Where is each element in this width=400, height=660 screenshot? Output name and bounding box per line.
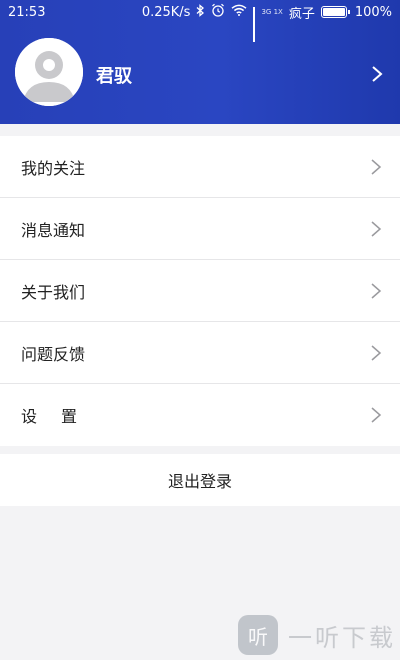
watermark: 听 一听下载 — [238, 610, 400, 660]
chevron-right-icon — [370, 281, 382, 301]
menu-item-about-us[interactable]: 关于我们 — [0, 260, 400, 322]
profile-row[interactable]: 君驭 — [0, 38, 400, 110]
menu-item-label: 关于我们 — [21, 282, 86, 302]
network-speed: 0.25K/s — [141, 4, 191, 20]
alarm-icon — [211, 3, 225, 21]
menu-item-settings[interactable]: 设置 — [0, 384, 400, 446]
chevron-right-icon[interactable] — [370, 64, 384, 84]
logout-label: 退出登录 — [167, 472, 232, 491]
signal-icon — [253, 6, 256, 42]
network-type-badge: 3G 1X — [261, 7, 283, 16]
chevron-right-icon — [370, 405, 382, 425]
profile-header: 21:53 0.25K/s 3G 1X 疯子 100% 君驭 — [0, 0, 400, 124]
watermark-logo-icon: 听 — [238, 615, 278, 655]
chevron-right-icon — [370, 343, 382, 363]
menu-item-label: 问题反馈 — [21, 344, 86, 364]
carrier-name: 疯子 — [288, 6, 315, 22]
status-bar: 21:53 0.25K/s 3G 1X 疯子 100% — [0, 0, 400, 42]
wifi-icon — [231, 4, 247, 20]
username: 君驭 — [96, 66, 132, 87]
menu-item-label: 消息通知 — [21, 220, 86, 240]
menu-item-notifications[interactable]: 消息通知 — [0, 198, 400, 260]
watermark-text: 一听下载 — [288, 623, 396, 652]
logout-button[interactable]: 退出登录 — [0, 454, 400, 506]
bluetooth-icon — [196, 3, 205, 21]
menu-item-feedback[interactable]: 问题反馈 — [0, 322, 400, 384]
menu-list: 我的关注 消息通知 关于我们 问题反馈 设置 — [0, 136, 400, 446]
chevron-right-icon — [370, 219, 382, 239]
status-time: 21:53 — [8, 4, 46, 20]
battery-level: 100% — [354, 4, 392, 20]
menu-item-following[interactable]: 我的关注 — [0, 136, 400, 198]
default-avatar-icon[interactable] — [15, 38, 83, 106]
chevron-right-icon — [370, 157, 382, 177]
status-icons: 0.25K/s 3G 1X 疯子 100% — [141, 3, 392, 42]
menu-item-label: 设置 — [21, 407, 102, 426]
menu-item-label: 我的关注 — [21, 158, 86, 178]
battery-icon — [320, 6, 350, 18]
